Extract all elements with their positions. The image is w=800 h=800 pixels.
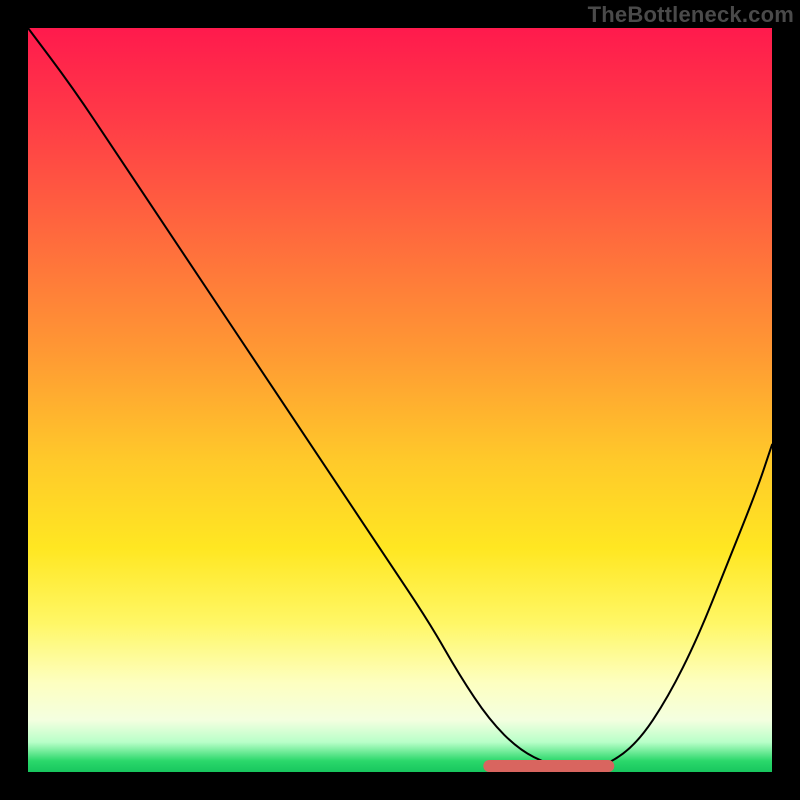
watermark-text: TheBottleneck.com	[588, 2, 794, 28]
plot-area	[28, 28, 772, 772]
bottleneck-curve	[28, 28, 772, 770]
curve-svg	[28, 28, 772, 772]
chart-stage: TheBottleneck.com	[0, 0, 800, 800]
